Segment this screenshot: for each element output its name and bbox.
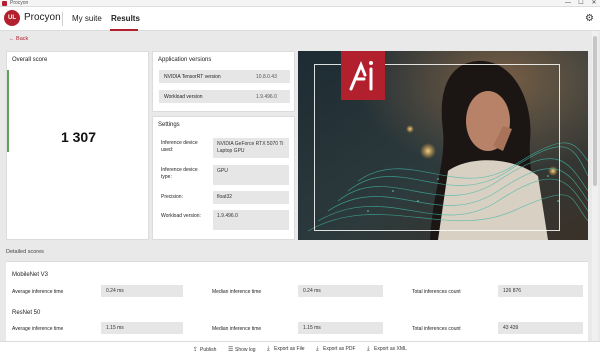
workload-version-label: Workload version — [164, 94, 203, 100]
back-link[interactable]: ← Back — [9, 36, 28, 42]
total-inferences-value: 126 876 — [498, 285, 583, 297]
minimize-button[interactable]: — — [562, 0, 574, 7]
inference-device-value: NVIDIA GeForce RTX 5070 Ti Laptop GPU — [213, 138, 289, 158]
export-file-button[interactable]: ⤓ Export as File — [267, 346, 305, 353]
gear-icon[interactable]: ⚙ — [585, 14, 594, 24]
precision-label: Precision: — [161, 194, 183, 200]
ai-logo — [341, 51, 385, 100]
model-name: ResNet 50 — [12, 310, 41, 316]
tensorrt-version-label: NVIDIA TensorRT version — [164, 74, 221, 80]
window-title: Procyon — [10, 0, 29, 6]
application-versions-card: Application versions NVIDIA TensorRT ver… — [152, 51, 295, 112]
avg-inference-value: 0.24 ms — [101, 285, 183, 297]
publish-label: Publish — [200, 347, 217, 353]
publish-button[interactable]: ⇪ Publish — [193, 346, 216, 353]
precision-value: float32 — [213, 191, 289, 204]
export-pdf-icon: ⤓ — [316, 346, 319, 352]
device-type-label: Inference device type: — [161, 167, 198, 180]
tensorrt-version-value: 10.8.0.43 — [256, 74, 277, 80]
back-label: Back — [16, 36, 29, 42]
median-inference-value: 0.24 ms — [298, 285, 383, 297]
export-pdf-label: Export as PDF — [323, 346, 356, 352]
close-button[interactable]: ✕ — [588, 0, 600, 7]
device-type-value: GPU — [213, 165, 289, 185]
model-name: MobileNet V3 — [12, 272, 49, 278]
tab-my-suite[interactable]: My suite — [72, 14, 102, 23]
median-inference-value: 1.15 ms — [298, 322, 383, 334]
overall-score-card: Overall score 1 307 — [6, 51, 149, 240]
export-file-icon: ⤓ — [267, 346, 270, 352]
export-xml-label: Export as XML — [374, 346, 407, 352]
app-icon — [2, 1, 7, 6]
show-log-button[interactable]: ☰ Show log — [228, 346, 256, 353]
avg-inference-label: Average inference time — [12, 326, 64, 332]
settings-card: Settings Inference device used: NVIDIA G… — [152, 116, 295, 240]
top-navbar: UL Procyon My suite Results ⚙ — [0, 7, 600, 31]
avg-inference-value: 1.15 ms — [101, 322, 183, 334]
ul-logo: UL — [4, 10, 20, 26]
export-xml-icon: ⤓ — [367, 346, 370, 352]
export-xml-button[interactable]: ⤓ Export as XML — [367, 346, 407, 353]
median-inference-label: Median inference time — [212, 289, 262, 295]
detailed-scores-title: Detailed scores — [6, 249, 44, 255]
application-versions-title: Application versions — [158, 57, 212, 63]
export-pdf-button[interactable]: ⤓ Export as PDF — [316, 346, 356, 353]
publish-icon: ⇪ — [193, 347, 199, 353]
log-icon: ☰ — [228, 347, 234, 353]
arrow-left-icon: ← — [9, 36, 15, 42]
overall-score-value: 1 307 — [60, 129, 97, 145]
hero-image — [298, 51, 588, 240]
inference-device-label: Inference device used: — [161, 140, 198, 153]
settings-workload-version-label: Workload version: — [161, 213, 201, 219]
total-inferences-value: 43 439 — [498, 322, 583, 334]
window-titlebar: Procyon — ☐ ✕ — [0, 0, 600, 7]
detailed-scores-panel: MobileNet V3 Average inference time 0.24… — [6, 261, 588, 341]
total-inferences-label: Total inferences count — [412, 289, 461, 295]
settings-title: Settings — [158, 122, 180, 128]
workload-version-row: Workload version 1.9.496.0 — [159, 90, 290, 103]
settings-workload-version-value: 1.9.496.0 — [213, 210, 289, 230]
bottom-action-bar: ⇪ Publish ☰ Show log ⤓ Export as File ⤓ Expo… — [0, 341, 600, 356]
overall-score-title: Overall score — [12, 57, 48, 63]
export-file-label: Export as File — [274, 346, 305, 352]
scrollbar-thumb[interactable] — [593, 36, 597, 186]
tensorrt-version-row: NVIDIA TensorRT version 10.8.0.43 — [159, 70, 290, 83]
tab-results[interactable]: Results — [111, 14, 140, 23]
workload-version-value: 1.9.496.0 — [256, 94, 277, 100]
show-log-label: Show log — [235, 347, 256, 353]
maximize-button[interactable]: ☐ — [575, 0, 587, 7]
ai-mark — [349, 61, 373, 91]
avg-inference-label: Average inference time — [12, 289, 64, 295]
median-inference-label: Median inference time — [212, 326, 262, 332]
active-tab-indicator — [110, 29, 138, 31]
nav-divider — [62, 12, 63, 26]
brand-name: Procyon — [24, 12, 61, 23]
total-inferences-label: Total inferences count — [412, 326, 461, 332]
